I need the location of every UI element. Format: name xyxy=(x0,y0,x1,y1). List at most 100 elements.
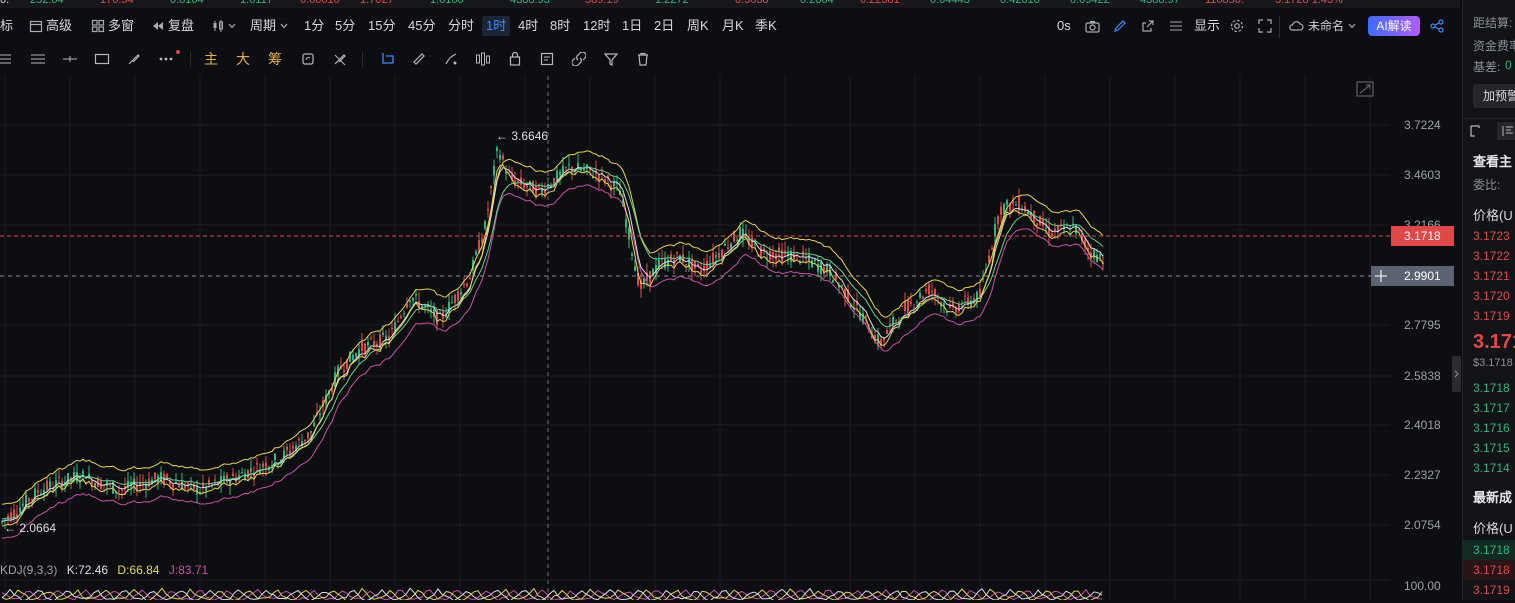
ai-interpret-button[interactable]: AI解读 xyxy=(1368,16,1420,36)
interval-45m[interactable]: 45分 xyxy=(408,16,435,36)
layout-name-dropdown[interactable]: 未命名 xyxy=(1308,16,1344,36)
ticker-value: 0.04443 xyxy=(930,0,970,6)
candle-body xyxy=(865,315,867,317)
interval-week[interactable]: 周K xyxy=(687,16,709,36)
commission-ratio-label: 委比: xyxy=(1473,178,1501,192)
display-button[interactable]: 显示 xyxy=(1194,16,1220,36)
trash-icon[interactable] xyxy=(633,49,653,69)
candle-body xyxy=(712,252,714,264)
horizontal-lines-icon[interactable] xyxy=(0,49,14,69)
chevron-down-icon[interactable] xyxy=(1346,16,1358,36)
price-chart[interactable]: 3.7224 3.4603 3.2166 2.7795 2.5838 2.4018 2.23… xyxy=(0,76,1460,602)
multi-window-button[interactable]: 多窗 xyxy=(108,16,134,36)
replay-button[interactable]: 复盘 xyxy=(168,16,194,36)
candle-body xyxy=(49,481,51,488)
settings-gear-icon[interactable] xyxy=(1227,16,1247,36)
interval-timeshare[interactable]: 分时 xyxy=(448,16,474,36)
candle-body xyxy=(886,330,888,335)
ticker-value: 1.6117 xyxy=(240,0,273,6)
orderbook-mode-icon[interactable] xyxy=(1497,122,1515,140)
candle-body xyxy=(1003,203,1005,214)
horizontal-line-icon[interactable] xyxy=(60,49,80,69)
candle-body xyxy=(367,342,369,346)
candle-body xyxy=(256,463,258,465)
orderbook-view-icon[interactable] xyxy=(1469,124,1483,141)
candle-body xyxy=(391,327,393,330)
popout-icon[interactable] xyxy=(1138,16,1158,36)
panel-collapse-handle[interactable] xyxy=(1452,356,1461,392)
more-dots-icon[interactable] xyxy=(156,49,176,69)
candle-body xyxy=(502,155,504,160)
link-icon[interactable] xyxy=(569,49,589,69)
eraser-icon[interactable] xyxy=(330,49,350,69)
share-icon[interactable] xyxy=(1427,16,1447,36)
interval-4h[interactable]: 4时 xyxy=(518,16,538,36)
expand-arrow-icon xyxy=(1359,84,1371,94)
candle-body xyxy=(772,252,774,258)
view-main-label[interactable]: 查看主 xyxy=(1473,151,1512,170)
candle-body xyxy=(343,369,345,372)
select-copy-icon[interactable] xyxy=(377,49,397,69)
chevron-down-icon[interactable] xyxy=(226,16,238,36)
pencil-icon[interactable] xyxy=(1110,16,1130,36)
fullscreen-icon[interactable] xyxy=(1255,16,1275,36)
interval-5m[interactable]: 5分 xyxy=(335,16,355,36)
candle-body xyxy=(841,285,843,287)
brush-icon[interactable] xyxy=(124,49,144,69)
interval-1m[interactable]: 1分 xyxy=(304,16,324,36)
bid-price: 3.1717 xyxy=(1473,401,1510,415)
candle-body xyxy=(727,247,729,249)
candle-body xyxy=(994,223,996,236)
interval-2d[interactable]: 2日 xyxy=(654,16,674,36)
candle-body xyxy=(967,297,969,305)
advanced-button[interactable]: 高级 xyxy=(46,16,72,36)
camera-icon[interactable] xyxy=(1082,16,1102,36)
ticker-value: 0.3038 xyxy=(735,0,769,6)
candle-body xyxy=(196,485,198,495)
candle-body xyxy=(568,164,570,166)
candle-body xyxy=(991,248,993,250)
calendar-icon xyxy=(26,16,46,36)
filter-icon[interactable] xyxy=(601,49,621,69)
candle-body xyxy=(487,208,489,211)
magnet-brush-icon[interactable] xyxy=(441,49,461,69)
candle-body xyxy=(43,489,45,496)
interval-1d[interactable]: 1日 xyxy=(622,16,642,36)
indicator-button[interactable]: 标 xyxy=(0,16,13,36)
candle-body xyxy=(562,165,564,173)
interval-quarter[interactable]: 季K xyxy=(755,16,777,36)
add-alert-button[interactable]: 加预警 xyxy=(1473,84,1515,108)
main-force-toggle[interactable]: 主 xyxy=(204,49,218,69)
candles-icon[interactable] xyxy=(473,49,493,69)
interval-12h[interactable]: 12时 xyxy=(583,16,610,36)
ticker-value: 0.42010 xyxy=(1000,0,1040,6)
candle-body xyxy=(919,293,921,298)
interval-8h[interactable]: 8时 xyxy=(550,16,570,36)
candle-body xyxy=(1036,223,1038,226)
interval-month[interactable]: 月K xyxy=(722,16,744,36)
menu-lines-icon[interactable] xyxy=(1166,16,1186,36)
chevron-down-icon[interactable] xyxy=(278,16,290,36)
candle-body xyxy=(226,474,228,483)
kdj-axis-label: 100.00 xyxy=(1404,579,1441,593)
rectangle-icon[interactable] xyxy=(92,49,112,69)
candle-body xyxy=(382,332,384,335)
period-dropdown[interactable]: 周期 xyxy=(250,16,276,36)
sync-icon[interactable] xyxy=(298,49,318,69)
interval-15m[interactable]: 15分 xyxy=(368,16,395,36)
parallel-lines-icon[interactable] xyxy=(28,49,48,69)
drawing-toolbar: 主 大 筹 xyxy=(0,46,1460,74)
interval-1h[interactable]: 1时 xyxy=(482,16,511,36)
candle-body xyxy=(739,227,741,238)
edit-note-icon[interactable] xyxy=(537,49,557,69)
chip-toggle[interactable]: 筹 xyxy=(268,49,282,69)
candle-body xyxy=(289,450,291,454)
candle-body xyxy=(1099,254,1101,257)
ruler-icon[interactable] xyxy=(409,49,429,69)
candle-body xyxy=(370,337,372,339)
trade-price: 3.1718 xyxy=(1473,543,1510,557)
candle-body xyxy=(715,255,717,258)
big-order-toggle[interactable]: 大 xyxy=(236,49,250,69)
last-price: 3.171 xyxy=(1473,331,1515,353)
lock-icon[interactable] xyxy=(505,49,525,69)
